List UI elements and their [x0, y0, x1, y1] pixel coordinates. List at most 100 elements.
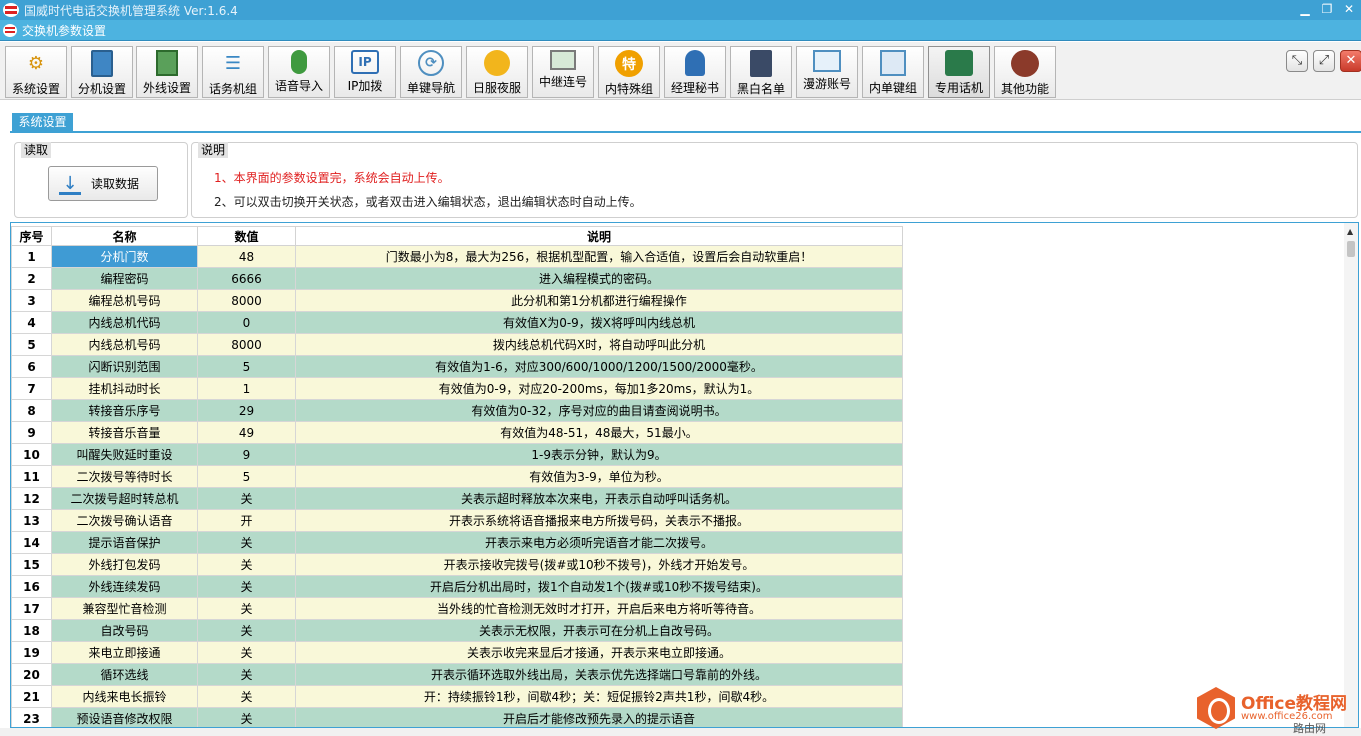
cell-name[interactable]: 编程密码	[51, 267, 198, 290]
toolbar-manager-secretary-button[interactable]: 经理秘书	[664, 46, 726, 98]
table-row[interactable]: 15 外线打包发码关开表示接收完拨号(拨#或10秒不拨号)，外线才开始发号。	[11, 553, 903, 576]
tile-windows-button[interactable]: ⤡	[1286, 50, 1308, 72]
table-row[interactable]: 11 二次拨号等待时长 5 有效值为3-9，单位为秒。	[11, 465, 903, 488]
table-row[interactable]: 17 兼容型忙音检测关当外线的忙音检测无效时才打开，开启后来电方将听等待音。	[11, 597, 903, 620]
cell-description[interactable]: 当外线的忙音检测无效时才打开，开启后来电方将听等待音。	[295, 597, 903, 620]
cell-value[interactable]: 9	[197, 443, 296, 466]
cell-value[interactable]: 关	[197, 597, 296, 620]
cell-value[interactable]: 6666	[197, 267, 296, 290]
maximize-child-button[interactable]: ⤢	[1313, 50, 1335, 72]
cell-description[interactable]: 拨内线总机代码X时，将自动呼叫此分机	[295, 333, 903, 356]
table-row[interactable]: 8 转接音乐序号 29 有效值为0-32，序号对应的曲目请查阅说明书。	[11, 399, 903, 422]
read-data-button[interactable]: ↓ 读取数据	[48, 166, 158, 201]
cell-name[interactable]: 闪断识别范围	[51, 355, 198, 378]
cell-description[interactable]: 有效值为1-6，对应300/600/1000/1200/1500/2000毫秒。	[295, 355, 903, 378]
table-row[interactable]: 23 预设语音修改权限关开启后才能修改预先录入的提示语音	[11, 707, 903, 727]
toolbar-dedicated-phone-button[interactable]: 专用话机	[928, 46, 990, 98]
cell-description[interactable]: 有效值为3-9，单位为秒。	[295, 465, 903, 488]
scroll-up-icon[interactable]: ▲	[1347, 227, 1353, 236]
cell-value[interactable]: 48	[197, 245, 296, 268]
cell-description[interactable]: 开表示循环选取外线出局，关表示优先选择端口号靠前的外线。	[295, 663, 903, 686]
table-row[interactable]: 21 内线来电长振铃关开：持续振铃1秒，间歇4秒；关：短促振铃2声共1秒，间歇4秒…	[11, 685, 903, 708]
cell-name[interactable]: 二次拨号确认语音	[51, 509, 198, 532]
column-header-name[interactable]: 名称	[51, 226, 198, 246]
cell-name[interactable]: 编程总机号码	[51, 289, 198, 312]
close-child-button[interactable]: ✕	[1340, 50, 1361, 72]
cell-name[interactable]: 内线总机号码	[51, 333, 198, 356]
cell-description[interactable]: 有效值X为0-9，拨X将呼叫内线总机	[295, 311, 903, 334]
cell-value[interactable]: 49	[197, 421, 296, 444]
scrollbar-thumb[interactable]	[1347, 241, 1355, 257]
cell-value[interactable]: 关	[197, 685, 296, 708]
toolbar-extension-settings-button[interactable]: 分机设置	[71, 46, 133, 98]
toolbar-internal-keys-button[interactable]: 内单键组	[862, 46, 924, 98]
cell-name[interactable]: 预设语音修改权限	[51, 707, 198, 727]
cell-value[interactable]: 5	[197, 355, 296, 378]
cell-name[interactable]: 转接音乐音量	[51, 421, 198, 444]
cell-name[interactable]: 来电立即接通	[51, 641, 198, 664]
cell-description[interactable]: 开启后分机出局时，拨1个自动发1个(拨#或10秒不拨号结束)。	[295, 575, 903, 598]
cell-value[interactable]: 1	[197, 377, 296, 400]
horizontal-scrollbar[interactable]	[0, 728, 1361, 736]
toolbar-other-functions-button[interactable]: 其他功能	[994, 46, 1056, 98]
column-header-value[interactable]: 数值	[197, 226, 296, 246]
cell-description[interactable]: 开表示来电方必须听完语音才能二次拨号。	[295, 531, 903, 554]
table-row[interactable]: 19 来电立即接通关关表示收完来显后才接通，开表示来电立即接通。	[11, 641, 903, 664]
cell-value[interactable]: 关	[197, 531, 296, 554]
cell-description[interactable]: 有效值为48-51，48最大，51最小。	[295, 421, 903, 444]
table-row[interactable]: 9 转接音乐音量 49 有效值为48-51，48最大，51最小。	[11, 421, 903, 444]
vertical-scrollbar[interactable]: ▲	[1344, 223, 1358, 727]
cell-value[interactable]: 关	[197, 641, 296, 664]
cell-value[interactable]: 开	[197, 509, 296, 532]
cell-value[interactable]: 关	[197, 487, 296, 510]
cell-name[interactable]: 转接音乐序号	[51, 399, 198, 422]
toolbar-system-settings-button[interactable]: ⚙ 系统设置	[5, 46, 67, 98]
cell-value[interactable]: 关	[197, 553, 296, 576]
table-row[interactable]: 13 二次拨号确认语音开开表示系统将语音播报来电方所拨号码，关表示不播报。	[11, 509, 903, 532]
cell-description[interactable]: 关表示收完来显后才接通，开表示来电立即接通。	[295, 641, 903, 664]
table-row[interactable]: 18 自改号码关关表示无权限，开表示可在分机上自改号码。	[11, 619, 903, 642]
close-icon[interactable]: ✕	[1341, 2, 1357, 16]
cell-value[interactable]: 5	[197, 465, 296, 488]
cell-name[interactable]: 提示语音保护	[51, 531, 198, 554]
toolbar-ip-dial-button[interactable]: IP IP加拨	[334, 46, 396, 98]
table-row[interactable]: 20 循环选线关开表示循环选取外线出局，关表示优先选择端口号靠前的外线。	[11, 663, 903, 686]
table-row[interactable]: 16 外线连续发码关开启后分机出局时，拨1个自动发1个(拨#或10秒不拨号结束)。	[11, 575, 903, 598]
toolbar-special-group-button[interactable]: 特 内特殊组	[598, 46, 660, 98]
toolbar-operator-group-button[interactable]: ☰ 话务机组	[202, 46, 264, 98]
toolbar-single-key-nav-button[interactable]: ⟳ 单键导航	[400, 46, 462, 98]
cell-description[interactable]: 开启后才能修改预先录入的提示语音	[295, 707, 903, 727]
cell-value[interactable]: 29	[197, 399, 296, 422]
table-row[interactable]: 14 提示语音保护关开表示来电方必须听完语音才能二次拨号。	[11, 531, 903, 554]
cell-value[interactable]: 0	[197, 311, 296, 334]
cell-name[interactable]: 自改号码	[51, 619, 198, 642]
toolbar-day-night-button[interactable]: 日服夜服	[466, 46, 528, 98]
toolbar-trunk-settings-button[interactable]: 外线设置	[136, 46, 198, 98]
cell-name[interactable]: 叫醒失败延时重设	[51, 443, 198, 466]
toolbar-roaming-account-button[interactable]: 漫游账号	[796, 46, 858, 98]
cell-value[interactable]: 关	[197, 619, 296, 642]
table-row[interactable]: 3 编程总机号码 8000 此分机和第1分机都进行编程操作	[11, 289, 903, 312]
cell-name[interactable]: 外线打包发码	[51, 553, 198, 576]
cell-value[interactable]: 关	[197, 663, 296, 686]
cell-description[interactable]: 进入编程模式的密码。	[295, 267, 903, 290]
cell-description[interactable]: 关表示无权限，开表示可在分机上自改号码。	[295, 619, 903, 642]
table-row[interactable]: 10 叫醒失败延时重设 9 1-9表示分钟，默认为9。	[11, 443, 903, 466]
cell-description[interactable]: 开：持续振铃1秒，间歇4秒；关：短促振铃2声共1秒，间歇4秒。	[295, 685, 903, 708]
minimize-icon[interactable]: ▁	[1297, 2, 1313, 16]
cell-description[interactable]: 关表示超时释放本次来电，开表示自动呼叫话务机。	[295, 487, 903, 510]
cell-description[interactable]: 有效值为0-9，对应20-200ms，每加1多20ms，默认为1。	[295, 377, 903, 400]
restore-icon[interactable]: ❐	[1319, 2, 1335, 16]
cell-name[interactable]: 分机门数	[51, 245, 198, 268]
cell-value[interactable]: 8000	[197, 289, 296, 312]
table-row[interactable]: 5 内线总机号码 8000 拨内线总机代码X时，将自动呼叫此分机	[11, 333, 903, 356]
cell-value[interactable]: 8000	[197, 333, 296, 356]
cell-description[interactable]: 有效值为0-32，序号对应的曲目请查阅说明书。	[295, 399, 903, 422]
cell-name[interactable]: 二次拨号超时转总机	[51, 487, 198, 510]
cell-name[interactable]: 内线总机代码	[51, 311, 198, 334]
table-row[interactable]: 6 闪断识别范围 5 有效值为1-6，对应300/600/1000/1200/1500…	[11, 355, 903, 378]
cell-description[interactable]: 开表示系统将语音播报来电方所拨号码，关表示不播报。	[295, 509, 903, 532]
toolbar-blacklist-button[interactable]: 黑白名单	[730, 46, 792, 98]
column-header-description[interactable]: 说明	[295, 226, 903, 246]
cell-value[interactable]: 关	[197, 575, 296, 598]
